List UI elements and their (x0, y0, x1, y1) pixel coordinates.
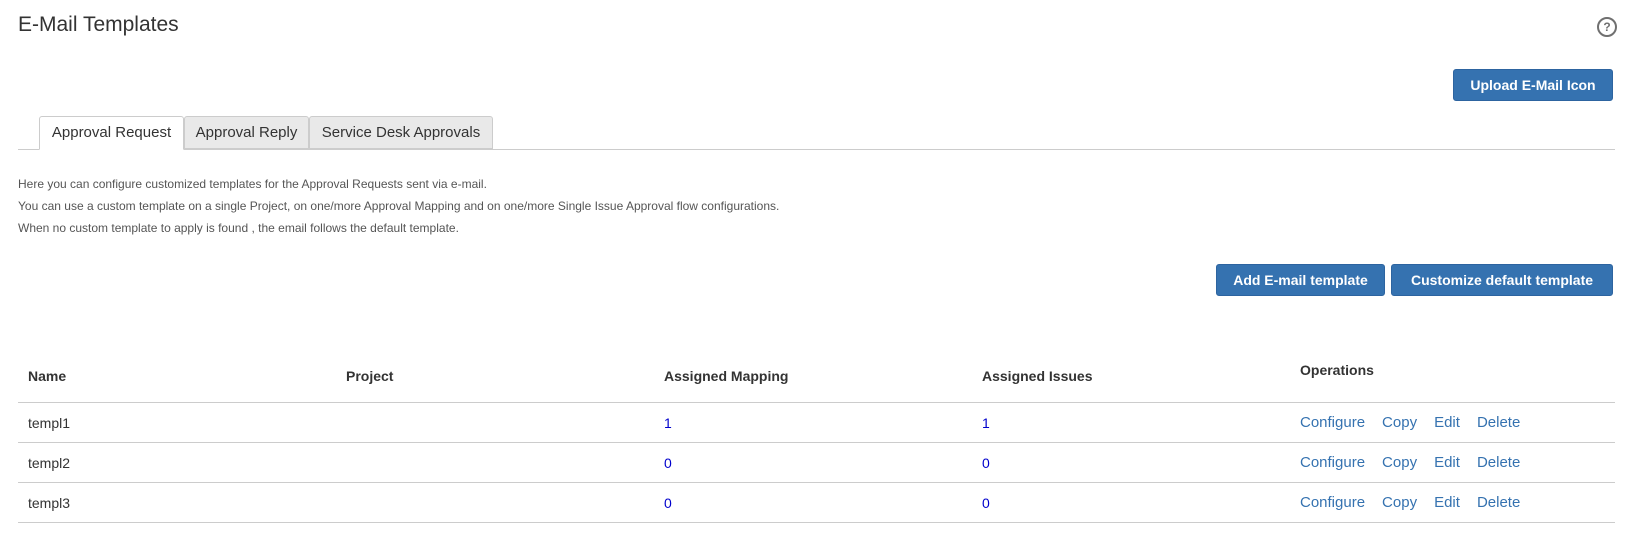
add-email-template-button[interactable]: Add E-mail template (1216, 264, 1385, 296)
template-project (336, 442, 654, 483)
copy-link[interactable]: Copy (1382, 414, 1417, 431)
delete-link[interactable]: Delete (1477, 494, 1520, 511)
customize-default-template-button[interactable]: Customize default template (1391, 264, 1613, 296)
operations-cell: Configure Copy Edit Delete (1290, 442, 1615, 483)
header-assigned-mapping: Assigned Mapping (654, 350, 972, 403)
assigned-issues-link[interactable]: 0 (982, 495, 990, 511)
header-assigned-issues: Assigned Issues (972, 350, 1290, 403)
assigned-mapping-link[interactable]: 0 (664, 455, 672, 471)
edit-link[interactable]: Edit (1434, 454, 1460, 471)
description: Here you can configure customized templa… (18, 173, 779, 239)
header-operations: Operations (1290, 350, 1615, 403)
page-title: E-Mail Templates (18, 13, 179, 36)
assigned-issues-link[interactable]: 0 (982, 455, 990, 471)
table-header-row: Name Project Assigned Mapping Assigned I… (18, 350, 1615, 403)
upload-email-icon-button[interactable]: Upload E-Mail Icon (1453, 69, 1613, 101)
tab-approval-request[interactable]: Approval Request (39, 116, 184, 150)
copy-link[interactable]: Copy (1382, 494, 1417, 511)
assigned-issues-link[interactable]: 1 (982, 415, 990, 431)
header-name: Name (18, 350, 336, 403)
configure-link[interactable]: Configure (1300, 414, 1365, 431)
template-name: templ3 (18, 482, 336, 523)
edit-link[interactable]: Edit (1434, 414, 1460, 431)
table-row: templ3 0 0 Configure Copy Edit Delete (18, 482, 1615, 523)
description-line: When no custom template to apply is foun… (18, 221, 459, 235)
templates-table: Name Project Assigned Mapping Assigned I… (18, 350, 1615, 523)
tab-bar: Approval Request Approval Reply Service … (18, 116, 1615, 150)
configure-link[interactable]: Configure (1300, 454, 1365, 471)
template-project (336, 402, 654, 443)
help-icon[interactable]: ? (1597, 17, 1617, 37)
table-row: templ2 0 0 Configure Copy Edit Delete (18, 442, 1615, 483)
description-line: You can use a custom template on a singl… (18, 199, 780, 213)
template-name: templ2 (18, 442, 336, 483)
configure-link[interactable]: Configure (1300, 494, 1365, 511)
operations-cell: Configure Copy Edit Delete (1290, 482, 1615, 523)
delete-link[interactable]: Delete (1477, 454, 1520, 471)
header-project: Project (336, 350, 654, 403)
copy-link[interactable]: Copy (1382, 454, 1417, 471)
tab-service-desk-approvals[interactable]: Service Desk Approvals (309, 116, 493, 149)
assigned-mapping-link[interactable]: 0 (664, 495, 672, 511)
template-project (336, 482, 654, 523)
description-line: Here you can configure customized templa… (18, 177, 487, 191)
template-name: templ1 (18, 402, 336, 443)
table-row: templ1 1 1 Configure Copy Edit Delete (18, 402, 1615, 443)
email-templates-page: E-Mail Templates ? Upload E-Mail Icon Ap… (0, 0, 1629, 545)
operations-cell: Configure Copy Edit Delete (1290, 402, 1615, 443)
tab-approval-reply[interactable]: Approval Reply (184, 116, 309, 149)
delete-link[interactable]: Delete (1477, 414, 1520, 431)
edit-link[interactable]: Edit (1434, 494, 1460, 511)
assigned-mapping-link[interactable]: 1 (664, 415, 672, 431)
